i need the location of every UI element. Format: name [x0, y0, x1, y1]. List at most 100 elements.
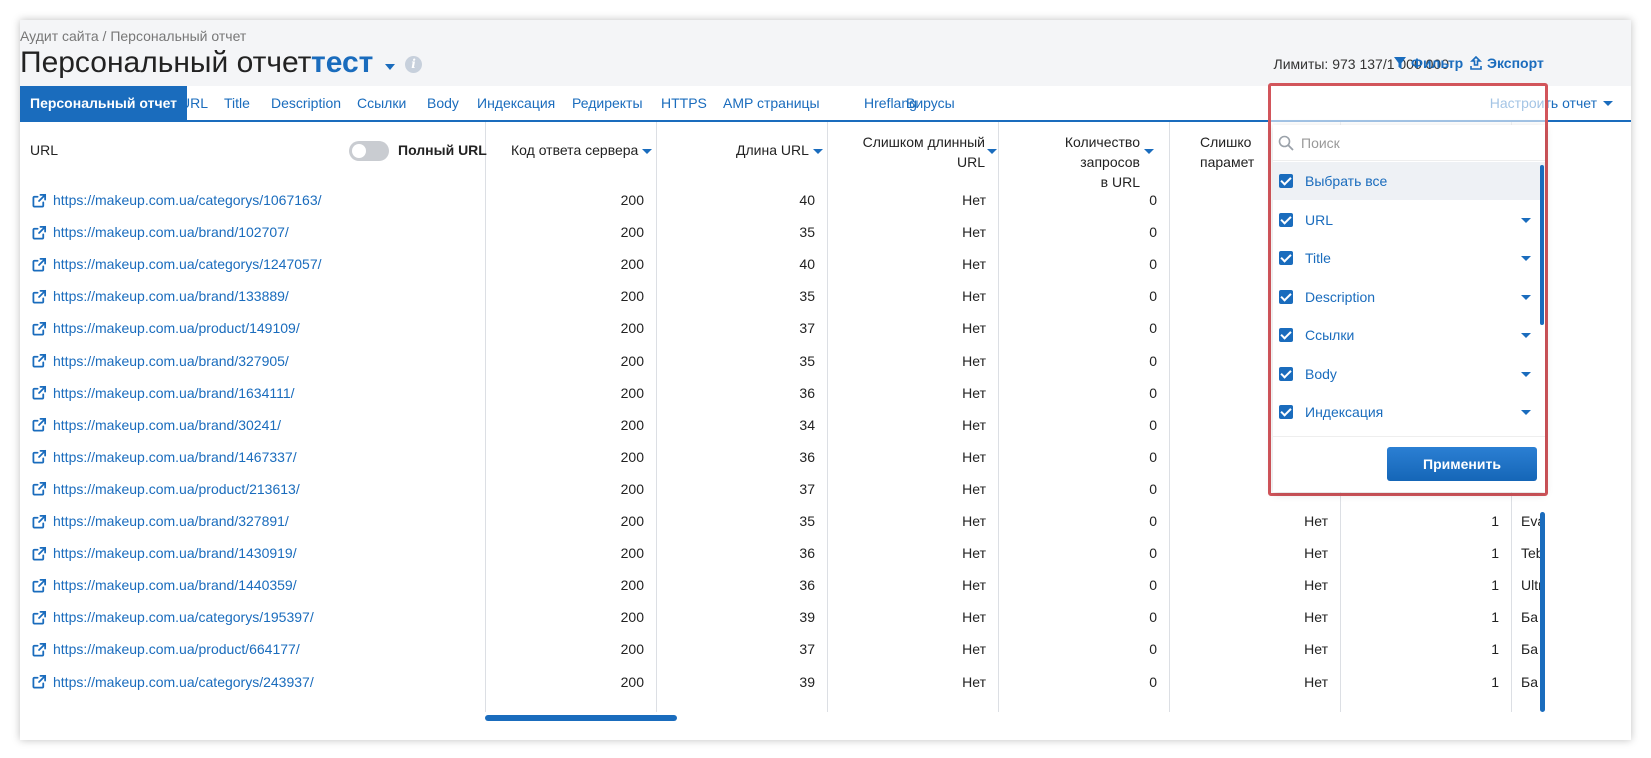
tab-url[interactable]: URL: [170, 86, 218, 120]
url-link[interactable]: https://makeup.com.ua/brand/1467337/: [53, 441, 297, 473]
url-cell[interactable]: https://makeup.com.ua/brand/1467337/: [32, 441, 297, 473]
external-link-icon[interactable]: [32, 449, 47, 464]
url-cell[interactable]: https://makeup.com.ua/brand/327891/: [32, 505, 289, 537]
tab-amp-pages[interactable]: AMP страницы: [713, 86, 830, 120]
column-option-indexing[interactable]: Индексация: [1273, 393, 1545, 431]
url-link[interactable]: https://makeup.com.ua/brand/1634111/: [53, 377, 295, 409]
url-link[interactable]: https://makeup.com.ua/categorys/1067163/: [53, 184, 322, 216]
external-link-icon[interactable]: [32, 353, 47, 368]
tab-body[interactable]: Body: [417, 86, 469, 120]
column-header-response-code[interactable]: Код ответа сервера: [511, 140, 653, 160]
external-link-icon[interactable]: [32, 257, 47, 272]
checkbox-checked[interactable]: [1279, 328, 1293, 342]
url-link[interactable]: https://makeup.com.ua/brand/1440359/: [53, 569, 297, 601]
column-option-body[interactable]: Body: [1273, 355, 1545, 393]
url-cell[interactable]: https://makeup.com.ua/brand/1430919/: [32, 537, 297, 569]
url-cell[interactable]: https://makeup.com.ua/brand/1440359/: [32, 569, 297, 601]
checkbox-checked[interactable]: [1279, 251, 1293, 265]
url-link[interactable]: https://makeup.com.ua/brand/327905/: [53, 345, 289, 377]
url-link[interactable]: https://makeup.com.ua/product/664177/: [53, 633, 300, 665]
chevron-down-icon[interactable]: [1521, 333, 1531, 338]
url-link[interactable]: https://makeup.com.ua/categorys/1247057/: [53, 248, 322, 280]
url-link[interactable]: https://makeup.com.ua/brand/102707/: [53, 216, 289, 248]
chevron-down-icon[interactable]: [1521, 410, 1531, 415]
full-url-toggle[interactable]: [349, 141, 389, 161]
checkbox-checked[interactable]: [1279, 290, 1293, 304]
url-cell[interactable]: https://makeup.com.ua/product/664177/: [32, 633, 300, 665]
filter-button[interactable]: Фильтр: [1393, 55, 1463, 71]
url-cell[interactable]: https://makeup.com.ua/brand/1634111/: [32, 377, 295, 409]
chevron-down-icon[interactable]: [1521, 295, 1531, 300]
url-link[interactable]: https://makeup.com.ua/product/149109/: [53, 312, 300, 344]
external-link-icon[interactable]: [32, 289, 47, 304]
external-link-icon[interactable]: [32, 417, 47, 432]
tab-redirects[interactable]: Редиректы: [562, 86, 653, 120]
url-link[interactable]: https://makeup.com.ua/brand/327891/: [53, 505, 289, 537]
url-link[interactable]: https://makeup.com.ua/brand/133889/: [53, 280, 289, 312]
chevron-down-icon[interactable]: [1521, 218, 1531, 223]
column-search-input[interactable]: [1301, 131, 1531, 155]
url-cell[interactable]: https://makeup.com.ua/product/149109/: [32, 312, 300, 344]
column-option-title[interactable]: Title: [1273, 239, 1545, 277]
info-icon[interactable]: i: [405, 56, 422, 73]
external-link-icon[interactable]: [32, 321, 47, 336]
column-option-description[interactable]: Description: [1273, 278, 1545, 316]
url-cell[interactable]: https://makeup.com.ua/brand/102707/: [32, 216, 289, 248]
tab-viruses[interactable]: Вирусы: [896, 86, 965, 120]
url-cell[interactable]: https://makeup.com.ua/categorys/243937/: [32, 666, 314, 698]
breadcrumb[interactable]: Аудит сайта / Персональный отчет: [20, 28, 246, 44]
external-link-icon[interactable]: [32, 674, 47, 689]
url-cell[interactable]: https://makeup.com.ua/categorys/1067163/: [32, 184, 322, 216]
external-link-icon[interactable]: [32, 481, 47, 496]
external-link-icon[interactable]: [32, 385, 47, 400]
external-link-icon[interactable]: [32, 610, 47, 625]
column-header-url-length[interactable]: Длина URL: [736, 140, 823, 160]
select-all-option[interactable]: Выбрать все: [1273, 162, 1545, 200]
url-link[interactable]: https://makeup.com.ua/categorys/195397/: [53, 601, 314, 633]
vertical-scrollbar-thumb[interactable]: [1540, 512, 1545, 712]
tab-personal-report[interactable]: Персональный отчет: [20, 86, 188, 120]
horizontal-scrollbar-thumb[interactable]: [485, 715, 677, 721]
external-link-icon[interactable]: [32, 642, 47, 657]
column-header-too-long-url[interactable]: Слишком длинный URL: [840, 132, 997, 172]
external-link-icon[interactable]: [32, 514, 47, 529]
configure-report-dropdown: Выбрать все URL Title Description Ссылки: [1268, 83, 1548, 496]
chevron-down-icon[interactable]: [1521, 372, 1531, 377]
column-header-url[interactable]: URL: [30, 140, 58, 160]
external-link-icon[interactable]: [32, 225, 47, 240]
checkbox-checked[interactable]: [1279, 367, 1293, 381]
url-cell[interactable]: https://makeup.com.ua/product/213613/: [32, 473, 300, 505]
tab-indexing[interactable]: Индексация: [467, 86, 565, 120]
url-link[interactable]: https://makeup.com.ua/categorys/243937/: [53, 666, 314, 698]
tab-description[interactable]: Description: [261, 86, 351, 120]
url-cell[interactable]: https://makeup.com.ua/brand/133889/: [32, 280, 289, 312]
external-link-icon[interactable]: [32, 193, 47, 208]
url-cell[interactable]: https://makeup.com.ua/categorys/1247057/: [32, 248, 322, 280]
export-button[interactable]: Экспорт: [1469, 55, 1544, 71]
checkbox-checked[interactable]: [1279, 174, 1293, 188]
cell-code: 200: [620, 288, 644, 305]
url-link[interactable]: https://makeup.com.ua/brand/1430919/: [53, 537, 297, 569]
checkbox-checked[interactable]: [1279, 213, 1293, 227]
checkbox-checked[interactable]: [1279, 405, 1293, 419]
tab-title[interactable]: Title: [214, 86, 260, 120]
url-link[interactable]: https://makeup.com.ua/brand/30241/: [53, 409, 281, 441]
url-link[interactable]: https://makeup.com.ua/product/213613/: [53, 473, 300, 505]
external-link-icon[interactable]: [32, 546, 47, 561]
chevron-down-icon[interactable]: [385, 64, 395, 70]
url-cell[interactable]: https://makeup.com.ua/brand/30241/: [32, 409, 281, 441]
column-option-links[interactable]: Ссылки: [1273, 316, 1545, 354]
tab-https[interactable]: HTTPS: [651, 86, 717, 120]
chevron-down-icon[interactable]: [1521, 256, 1531, 261]
cell-too-long: Нет: [962, 416, 986, 433]
apply-button[interactable]: Применить: [1387, 447, 1537, 481]
column-header-too-many-params[interactable]: Слишко парамет: [1200, 132, 1254, 172]
tab-links[interactable]: Ссылки: [347, 86, 416, 120]
url-cell[interactable]: https://makeup.com.ua/brand/327905/: [32, 345, 289, 377]
column-header-query-count[interactable]: Количество запросов в URL: [1010, 132, 1154, 192]
url-cell[interactable]: https://makeup.com.ua/categorys/195397/: [32, 601, 314, 633]
external-link-icon[interactable]: [32, 578, 47, 593]
report-name-selector[interactable]: тест: [311, 46, 373, 80]
column-option-url[interactable]: URL: [1273, 201, 1545, 239]
dropdown-scrollbar[interactable]: [1540, 165, 1544, 325]
